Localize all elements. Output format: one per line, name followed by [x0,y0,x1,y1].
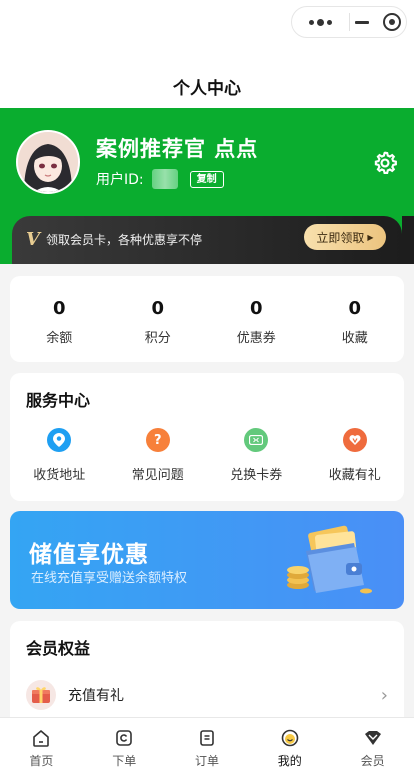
vip-card-bar: V 领取会员卡，各种优惠享不停 立即领取 ▶ [12,216,414,264]
claim-vip-label: 立即领取 [316,230,365,245]
minimize-icon [354,20,369,24]
stat-favorites[interactable]: 0 收藏 [306,276,405,362]
service-item-address[interactable]: 收货地址 [10,428,109,483]
service-label: 常见问题 [131,468,184,483]
stat-value: 0 [348,298,362,319]
stats-card: 0 余额 0 积分 0 优惠券 0 收藏 [10,276,404,362]
wallet-coins-icon [287,525,372,594]
profile-header: 案例推荐官 点点 用户ID: 复制 V 领取会员卡，各种优惠享不停 立即领取 ▶ [0,108,414,264]
more-button[interactable] [292,7,349,37]
tab-order[interactable]: 下单 [83,718,166,780]
stat-coupons[interactable]: 0 优惠券 [207,276,306,362]
banner-title: 储值享优惠 [29,542,149,568]
question-icon: ? [145,428,170,452]
tab-mine[interactable]: 我的 [248,718,331,780]
service-center-title: 服务中心 [26,391,91,410]
stat-points[interactable]: 0 积分 [109,276,208,362]
settings-gear-icon[interactable] [372,150,398,176]
vip-icon [364,731,381,745]
list-icon [200,730,214,746]
user-id-value [151,169,178,189]
stat-label: 优惠券 [236,331,276,346]
banner-subtitle: 在线充值享受赠送余额特权 [31,571,188,586]
vip-promo-text: 领取会员卡，各种优惠享不停 [46,233,203,247]
copy-button[interactable]: 复制 [189,170,224,188]
stored-value-banner[interactable]: 储值享优惠 在线充值享受赠送余额特权 [10,511,404,609]
stat-balance[interactable]: 0 余额 [10,276,109,362]
heart-badge-icon [342,428,367,452]
user-name: 案例推荐官 点点 [96,137,259,161]
service-label: 收货地址 [33,468,86,483]
stat-value: 0 [249,298,263,319]
close-button[interactable] [349,7,406,37]
member-benefits-title: 会员权益 [26,639,91,658]
bottom-tabbar: 首页 下单 订单 我的 会员 [0,717,414,780]
member-benefits-card: 会员权益 充值有礼 › [10,621,404,731]
triangle-right-icon: ▶ [367,232,374,242]
vip-badge-icon: V [26,229,40,250]
more-dots-icon [308,18,332,26]
user-id-row: 用户ID: 复制 [96,169,224,189]
tab-vip[interactable]: 会员 [331,718,414,780]
tab-label: 下单 [112,754,137,768]
service-label: 收藏有礼 [328,468,381,483]
stat-label: 收藏 [341,331,368,346]
service-item-redeem[interactable]: 兑换卡券 [207,428,306,483]
benefit-item-recharge-gift[interactable]: 充值有礼 › [26,679,388,711]
user-id-label: 用户ID: [96,172,144,188]
stat-value: 0 [52,298,66,319]
service-center-card: 服务中心 收货地址 ? 常见问题 兑换卡券 收藏有礼 [10,373,404,501]
mini-program-capsule [291,6,407,38]
avatar[interactable] [16,130,80,194]
service-items: 收货地址 ? 常见问题 兑换卡券 收藏有礼 [10,428,404,483]
top-navbar: 个人中心 [0,0,414,108]
stat-label: 余额 [46,331,73,346]
stat-label: 积分 [144,331,171,346]
order-icon [116,730,132,746]
chevron-right-icon: › [380,684,388,706]
tab-orders[interactable]: 订单 [166,718,249,780]
target-icon [382,13,401,31]
profile-icon [281,729,299,747]
tab-home[interactable]: 首页 [0,718,83,780]
claim-vip-button[interactable]: 立即领取 ▶ [304,224,386,250]
home-icon [33,730,50,747]
service-label: 兑换卡券 [230,468,283,483]
benefit-label: 充值有礼 [68,688,124,704]
tab-label: 我的 [277,754,302,768]
coupon-icon [244,428,269,452]
location-icon [47,428,72,452]
tab-label: 首页 [29,754,54,768]
service-item-faq[interactable]: ? 常见问题 [109,428,208,483]
service-item-favorite-gift[interactable]: 收藏有礼 [306,428,405,483]
stat-value: 0 [151,298,165,319]
tab-label: 订单 [194,754,219,768]
gift-icon [26,680,56,710]
page-title: 个人中心 [173,79,241,99]
tab-label: 会员 [360,754,385,768]
